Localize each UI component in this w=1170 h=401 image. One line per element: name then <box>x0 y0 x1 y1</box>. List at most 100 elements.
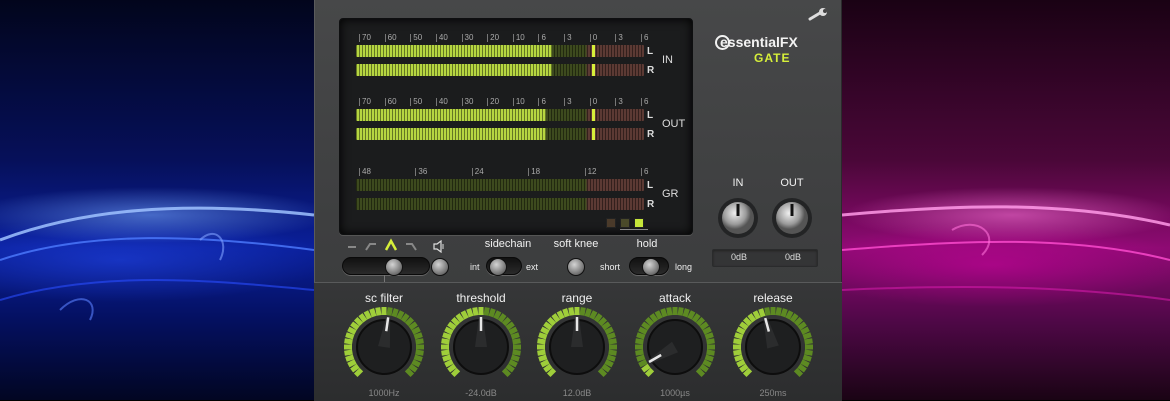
scale-tick-label: 0 <box>589 33 598 42</box>
scale-tick-label: 10 <box>512 97 525 106</box>
scale-tick-label: 18 <box>528 167 541 176</box>
threshold-knob[interactable] <box>439 305 523 389</box>
scale-tick-label: 6 <box>640 33 649 42</box>
in-meter-left <box>356 45 644 57</box>
plugin-window: essentialFX GATE 70 60 50 40 30 20 10 6 3 0 3 6 L R… <box>314 0 842 401</box>
sidechain-ext-label: ext <box>526 262 539 272</box>
scale-tick-label: 50 <box>410 33 423 42</box>
threshold-label: threshold <box>456 291 506 305</box>
hold-long-label: long <box>675 262 693 272</box>
scale-tick-label: 3 <box>615 97 623 106</box>
out-meter-label: OUT <box>662 118 686 130</box>
scale-tick-label: 20 <box>487 33 500 42</box>
scale-tick-label: 10 <box>512 33 525 42</box>
meter-mode-underline <box>620 229 648 230</box>
filter-mode-slider-handle[interactable] <box>385 258 403 276</box>
in-channel-right: R <box>647 65 655 76</box>
release-knob[interactable] <box>731 305 815 389</box>
sidechain-listen-button[interactable] <box>431 258 449 276</box>
hold-short-label: short <box>600 262 621 272</box>
scale-tick-label: 3 <box>615 33 623 42</box>
background-right <box>842 0 1170 400</box>
speaker-icon <box>433 240 444 253</box>
sc-filter-value: 1000Hz <box>368 388 400 398</box>
meter-mode-2-button[interactable] <box>620 218 630 228</box>
output-gain-label: OUT <box>780 177 804 189</box>
gr-channel-left: L <box>647 180 654 191</box>
scale-tick-label: 24 <box>471 167 484 176</box>
output-gain-value: 0dB <box>785 252 802 262</box>
brand-name: essentialFX <box>720 34 798 50</box>
knob-bank: sc filter 1000Hz threshold -24.0dB range 12.0… <box>314 282 842 401</box>
input-gain-knob[interactable] <box>716 196 760 240</box>
peak-indicator <box>592 64 596 76</box>
scale-tick-label: 60 <box>384 97 397 106</box>
scale-tick-label: 60 <box>384 33 397 42</box>
scale-tick-label: 20 <box>487 97 500 106</box>
in-scale: 70 60 50 40 30 20 10 6 3 0 3 6 <box>359 33 652 43</box>
scale-tick-label: 6 <box>538 33 546 42</box>
scale-tick-label: 48 <box>359 167 371 176</box>
background-left <box>0 0 314 400</box>
scale-tick-label: 3 <box>563 33 572 42</box>
scale-tick-label: 50 <box>410 97 423 106</box>
soft-knee-button[interactable] <box>567 258 585 276</box>
product-name: GATE <box>754 51 791 65</box>
peak-filter-icon[interactable] <box>384 238 398 251</box>
peak-indicator <box>592 128 596 140</box>
sidechain-switch[interactable] <box>486 257 522 276</box>
out-scale: 70 60 50 40 30 20 10 6 3 0 3 6 <box>359 97 652 107</box>
scale-tick-label: 6 <box>538 97 546 106</box>
scale-tick-label: 70 <box>359 33 371 42</box>
sidechain-int-label: int <box>470 262 480 272</box>
input-gain-value: 0dB <box>731 252 748 262</box>
sc-filter-knob[interactable] <box>342 305 426 389</box>
gr-meter-label: GR <box>662 188 679 200</box>
in-channel-left: L <box>647 46 654 57</box>
range-knob[interactable] <box>535 305 619 389</box>
highcut-filter-icon[interactable] <box>406 243 417 251</box>
wrench-icon[interactable] <box>808 8 830 22</box>
release-label: release <box>753 291 793 305</box>
scale-tick-label: 6 <box>640 167 649 176</box>
gr-meter-left <box>356 179 644 191</box>
peak-indicator <box>592 109 596 121</box>
meter-mode-3-button[interactable] <box>634 218 644 228</box>
out-meter-right <box>356 128 644 140</box>
light-streaks-left <box>0 206 314 321</box>
scale-tick-label: 40 <box>435 97 448 106</box>
bandpass-filter-icon[interactable] <box>365 243 376 251</box>
out-channel-right: R <box>647 129 655 140</box>
sidechain-switch-handle[interactable] <box>489 258 507 276</box>
range-label: range <box>561 291 593 305</box>
meter-mode-1-button[interactable] <box>606 218 616 228</box>
attack-value: 1000µs <box>660 388 690 398</box>
scale-tick-label: 6 <box>640 97 649 106</box>
in-meter-right <box>356 64 644 76</box>
scale-tick-label: 12 <box>584 167 597 176</box>
release-value: 250ms <box>759 388 787 398</box>
hold-switch[interactable] <box>629 257 669 276</box>
filter-mode-icons <box>348 238 417 251</box>
gain-readout: 0dB 0dB <box>712 249 818 267</box>
range-value: 12.0dB <box>562 388 592 398</box>
in-meter-label: IN <box>662 54 673 66</box>
attack-label: attack <box>658 291 691 305</box>
gr-channel-right: R <box>647 199 655 210</box>
out-channel-left: L <box>647 110 654 121</box>
filter-mode-slider[interactable] <box>342 257 430 276</box>
input-gain-label: IN <box>732 177 744 189</box>
threshold-value: -24.0dB <box>465 388 497 398</box>
meter-display: 70 60 50 40 30 20 10 6 3 0 3 6 L R IN 70 60 50 40 30 20 1… <box>339 18 693 235</box>
light-streaks-right <box>842 205 1170 301</box>
gr-scale: 48 36 24 18 12 6 <box>359 167 652 177</box>
scale-tick-label: 30 <box>461 97 474 106</box>
filter-mode-selector <box>346 238 426 254</box>
attack-knob[interactable] <box>633 305 717 389</box>
soft-knee-label: soft knee <box>553 238 599 250</box>
hold-switch-handle[interactable] <box>642 258 660 276</box>
output-gain-knob[interactable] <box>770 196 814 240</box>
scale-tick-label: 36 <box>415 167 428 176</box>
gr-meter-right <box>356 198 644 210</box>
scale-tick-label: 40 <box>435 33 448 42</box>
